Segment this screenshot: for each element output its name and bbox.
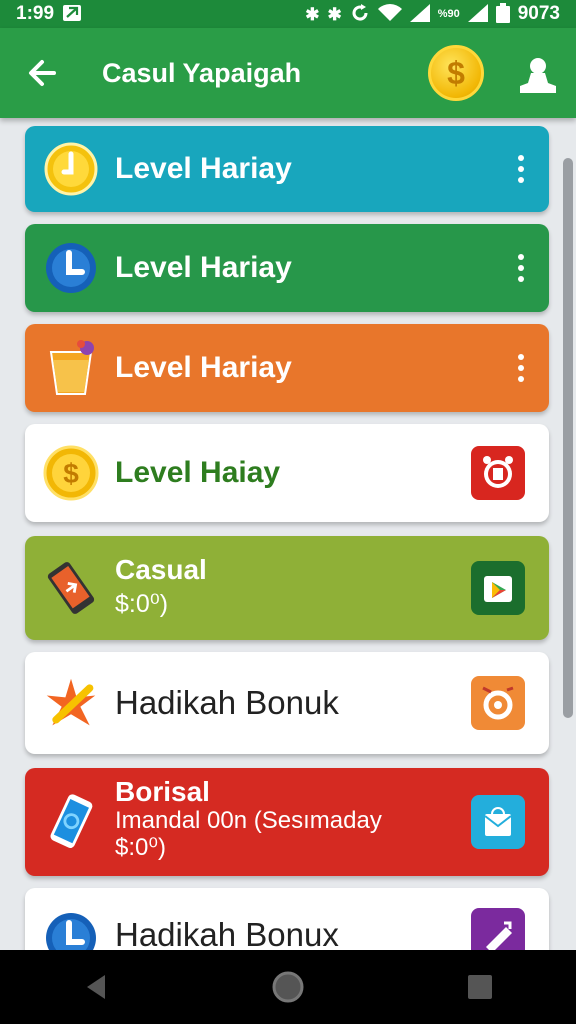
scrollbar[interactable] [563, 158, 573, 718]
item-title: Level Haiay [115, 456, 281, 489]
network-label: %90 [437, 8, 460, 20]
play-store-icon[interactable] [471, 561, 525, 615]
sync-icon [350, 3, 370, 26]
status-time: 1:99 [16, 3, 55, 24]
list-item[interactable]: Level Hariay [25, 126, 549, 212]
list-item[interactable]: Hadikah Bonuk [25, 652, 549, 754]
item-title: Casual [115, 554, 207, 585]
list-item[interactable]: Level Hariay [25, 324, 549, 412]
more-menu-button[interactable] [509, 248, 533, 288]
bluetooth-alt-icon: ✱ [327, 4, 342, 24]
item-subtitle: Imandal 00n (Sesımaday [115, 807, 382, 834]
recents-square-icon [468, 975, 492, 999]
item-title: Level Hariay [115, 251, 292, 284]
more-menu-button[interactable] [509, 348, 533, 388]
nav-recents-button[interactable] [450, 957, 510, 1017]
home-circle-icon [272, 971, 304, 1003]
item-subtitle-price: $:0⁰) [115, 833, 166, 861]
wifi-icon [377, 3, 402, 25]
coin-button[interactable]: $ [428, 45, 484, 101]
page-title: Casul Yapaigah [102, 57, 302, 88]
back-triangle-icon [87, 975, 105, 999]
game-list[interactable]: Level Hariay Level Hariay Level Hariay $… [0, 118, 576, 950]
drink-cup-icon [43, 340, 99, 396]
item-title: Level Hariay [115, 351, 292, 384]
back-arrow-icon [29, 60, 56, 86]
item-title: Hadikah Bonuk [115, 684, 339, 721]
smartphone-icon [43, 560, 99, 616]
app-bar: Casul Yapaigah $ [0, 28, 576, 118]
dollar-coin-icon: $ [447, 54, 465, 91]
person-icon [520, 58, 556, 93]
list-item[interactable]: Casual $:0⁰) [25, 536, 549, 640]
more-menu-button[interactable] [509, 149, 533, 189]
item-title: Hadikah Bonux [115, 916, 339, 950]
battery-level: 9073 [517, 3, 560, 24]
dollar-coin-icon: $ [43, 445, 99, 501]
blue-clock-icon [43, 910, 99, 950]
list-item[interactable]: Borisal Imandal 00n (Sesımaday $:0⁰) [25, 768, 549, 876]
list-item[interactable]: Level Hariay [25, 224, 549, 312]
orange-star-icon [43, 675, 99, 731]
item-title: Borisal [115, 776, 210, 807]
nav-home-button[interactable] [258, 957, 318, 1017]
nav-back-button[interactable] [66, 957, 126, 1017]
blue-phone-icon [43, 794, 99, 850]
bluetooth-icon: ✱ [305, 4, 320, 24]
orange-app-icon[interactable] [471, 676, 525, 730]
signal-2-icon [467, 3, 488, 25]
list-item[interactable]: $ Level Haiay [25, 424, 549, 522]
battery-icon [495, 2, 510, 26]
profile-button[interactable] [518, 51, 558, 95]
red-app-icon[interactable] [471, 446, 525, 500]
navigation-bar [0, 950, 576, 1024]
notification-icon [62, 4, 82, 25]
back-button[interactable] [22, 53, 62, 93]
svg-text:$: $ [63, 458, 79, 489]
signal-icon [409, 3, 430, 25]
blue-clock-icon [43, 240, 99, 296]
status-bar: 1:99 ✱ ✱ %90 9073 [0, 0, 576, 28]
purple-app-icon[interactable] [471, 908, 525, 950]
list-item[interactable]: Hadikah Bonux [25, 888, 549, 950]
mail-bag-icon[interactable] [471, 795, 525, 849]
yellow-clock-icon [43, 141, 99, 197]
item-title: Level Hariay [115, 152, 292, 185]
item-subtitle: $:0⁰) [115, 590, 169, 618]
